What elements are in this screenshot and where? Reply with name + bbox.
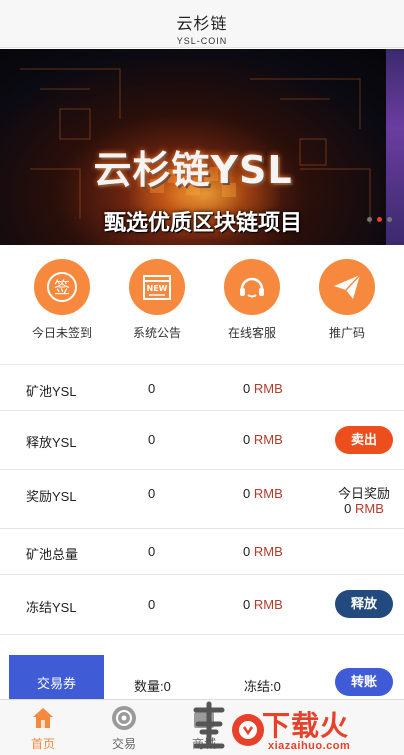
quick-item-sign-in[interactable]: 签 今日未签到 [22, 259, 102, 341]
rmb-unit: RMB [253, 381, 283, 396]
banner-tagline: 甄选优质区块链项目 [103, 211, 302, 236]
rmb-value: 0 [243, 381, 251, 396]
row-qty: 0 [148, 381, 156, 396]
sell-button[interactable]: 卖出 [335, 426, 393, 454]
promo-banner[interactable]: 云杉链YSL 甄选优质区块链项目 [0, 49, 404, 245]
slide-dot-1[interactable] [367, 217, 372, 222]
today-reward: 今日奖励 0 RMB [332, 486, 396, 516]
row-rmb: 0 RMB [243, 432, 283, 447]
quick-item-announcement[interactable]: NEW 系统公告 [117, 259, 197, 341]
today-reward-amount: 0 RMB [332, 501, 396, 516]
today-reward-label: 今日奖励 [337, 486, 390, 501]
asset-row-frozen: 冻结YSL 0 0 RMB 释放 [0, 575, 404, 635]
quick-item-referral[interactable]: 推广码 [307, 259, 387, 341]
app-header: 云杉链 YSL-COIN [0, 0, 404, 48]
rmb-unit: RMB [253, 544, 283, 559]
row-rmb: 0 RMB [243, 486, 283, 501]
watermark-logo-icon [193, 701, 264, 749]
asset-row-pool: 矿池YSL 0 0 RMB [0, 365, 404, 411]
row-name: 冻结YSL [26, 600, 77, 615]
release-button[interactable]: 释放 [335, 590, 393, 618]
row-rmb: 0 RMB [243, 544, 283, 559]
asset-row-reward: 奖励YSL 0 0 RMB 今日奖励 0 RMB [0, 470, 404, 529]
next-slide-peek [386, 49, 404, 245]
headset-icon [224, 259, 280, 315]
quick-item-label: 系统公告 [132, 326, 181, 340]
row-qty: 0 [148, 486, 156, 501]
paper-plane-icon [319, 259, 375, 315]
announcement-icon: NEW [129, 259, 185, 315]
quick-item-label: 今日未签到 [31, 326, 92, 340]
row-name: 奖励YSL [26, 489, 77, 504]
row-name: 矿池总量 [26, 547, 79, 562]
row-qty: 0 [148, 432, 156, 447]
rmb-value: 0 [243, 486, 251, 501]
app-title: 云杉链 [176, 16, 228, 33]
slide-dot-2-active[interactable] [377, 217, 382, 222]
row-rmb: 0 RMB [243, 381, 283, 396]
quick-entry-grid: 签 今日未签到 NEW 系统公告 在线客服 推广码 [0, 245, 404, 365]
tab-label: 交易 [111, 737, 136, 751]
rmb-unit: RMB [253, 597, 283, 612]
asset-row-release: 释放YSL 0 0 RMB 卖出 [0, 411, 404, 470]
tab-exchange[interactable]: 交易 [84, 700, 164, 755]
row-qty: 0 [148, 544, 156, 559]
slide-dot-3[interactable] [387, 217, 392, 222]
rmb-unit: RMB [253, 486, 283, 501]
sign-in-icon: 签 [34, 259, 90, 315]
exchange-icon [112, 706, 136, 730]
download-site-watermark: 下载火 xiazaihuo.com [188, 700, 404, 755]
announcement-icon-glyph: NEW [147, 284, 168, 293]
row-name: 释放YSL [26, 435, 77, 450]
rmb-value: 0 [243, 544, 251, 559]
today-reward-unit: RMB [354, 501, 384, 516]
banner-headline: 云杉链YSL [93, 148, 293, 192]
watermark-url: xiazaihuo.com [268, 740, 351, 752]
row-name: 矿池YSL [26, 384, 77, 399]
tab-label: 首页 [30, 737, 55, 751]
voucher-qty: 数量:0 [134, 679, 171, 694]
transfer-button[interactable]: 转账 [335, 668, 393, 696]
rmb-value: 0 [243, 597, 251, 612]
tab-home[interactable]: 首页 [3, 700, 83, 755]
rmb-value: 0 [243, 432, 251, 447]
voucher-row: 交易券 数量:0 冻结:0 转账 [0, 635, 404, 699]
watermark-text: 下载火 [262, 709, 350, 742]
app-subtitle: YSL-COIN [176, 36, 228, 46]
row-qty: 0 [148, 597, 156, 612]
sign-in-icon-glyph: 签 [54, 278, 70, 297]
voucher-label: 交易券 [9, 655, 104, 699]
asset-row-pool-total: 矿池总量 0 0 RMB [0, 529, 404, 575]
home-icon [33, 708, 53, 728]
quick-item-label: 在线客服 [227, 326, 276, 340]
rmb-unit: RMB [253, 432, 283, 447]
quick-item-support[interactable]: 在线客服 [212, 259, 292, 341]
today-reward-value: 0 [344, 501, 352, 516]
quick-item-label: 推广码 [328, 326, 365, 340]
row-rmb: 0 RMB [243, 597, 283, 612]
voucher-frozen: 冻结:0 [244, 679, 281, 694]
